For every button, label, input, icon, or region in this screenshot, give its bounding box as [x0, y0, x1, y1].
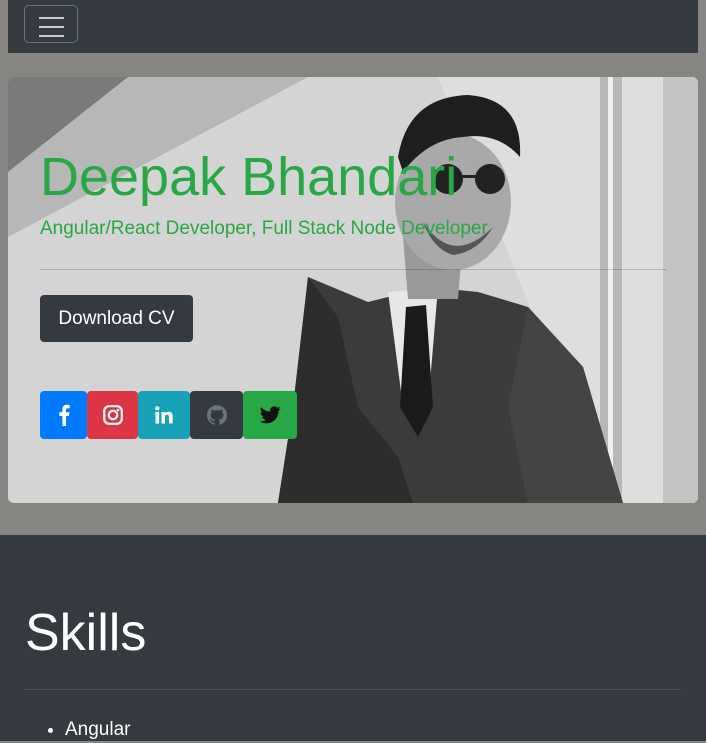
facebook-button[interactable] — [40, 391, 87, 439]
list-item: Angular — [65, 717, 131, 743]
navbar — [8, 0, 698, 53]
divider — [25, 689, 681, 690]
github-button[interactable] — [190, 391, 243, 439]
skills-section: Skills Angular — [0, 535, 706, 741]
facebook-icon — [58, 404, 70, 426]
hero-subtitle: Angular/React Developer, Full Stack Node… — [40, 218, 488, 239]
hero-name: Deepak Bhandari — [40, 147, 458, 207]
profile-photo — [8, 77, 698, 503]
download-cv-button[interactable]: Download CV — [40, 295, 193, 342]
skills-list: Angular — [25, 717, 131, 743]
instagram-icon — [102, 405, 123, 425]
menu-icon — [39, 17, 64, 37]
twitter-button[interactable] — [243, 391, 297, 439]
twitter-icon — [259, 406, 281, 424]
navbar-toggle-button[interactable] — [24, 5, 78, 43]
linkedin-icon — [155, 406, 173, 424]
github-icon — [206, 405, 227, 425]
hero-jumbotron: Deepak Bhandari Angular/React Developer,… — [8, 77, 698, 503]
skills-title: Skills — [25, 604, 147, 662]
social-links — [40, 391, 297, 439]
instagram-button[interactable] — [87, 391, 138, 439]
divider — [40, 269, 666, 270]
linkedin-button[interactable] — [138, 391, 190, 439]
